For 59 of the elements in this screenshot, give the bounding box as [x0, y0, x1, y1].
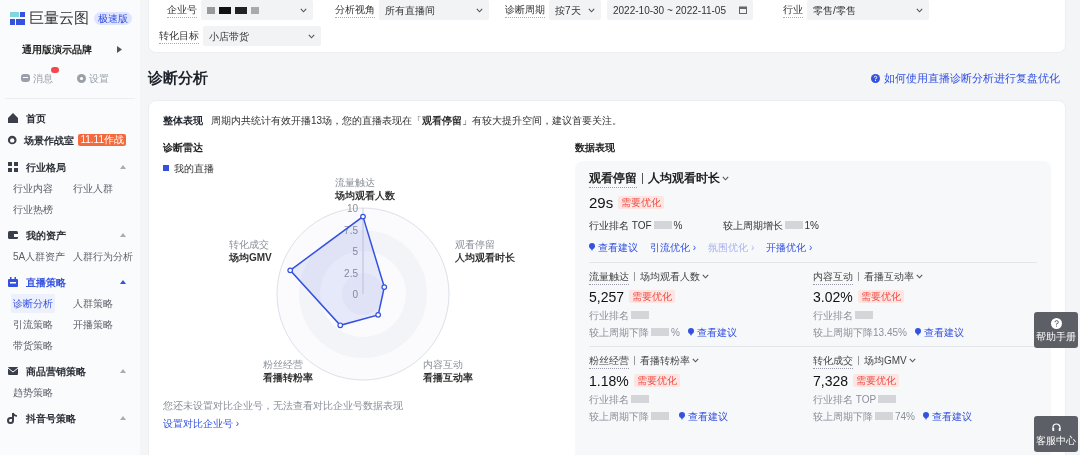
metric-value: 1.18%	[589, 371, 629, 390]
filter-label: 企业号	[167, 2, 197, 18]
status-badge: 需要优化	[618, 196, 665, 209]
axis-label: 流量触达	[335, 176, 375, 188]
axis-label: 观看停留	[455, 238, 495, 250]
metric-group: 转化成交	[813, 352, 853, 369]
rank-text: 行业排名 TOF	[589, 218, 652, 233]
metric-value: 3.02%	[813, 287, 853, 306]
metric-value: 29s	[589, 193, 614, 212]
edition-badge: 极速版	[94, 11, 132, 25]
metric-value: 5,257	[589, 287, 625, 306]
filter-label: 分析视角	[335, 2, 375, 18]
tick-label: 5	[352, 245, 358, 257]
change-text: 1%	[804, 218, 819, 233]
change-text: %	[671, 325, 680, 340]
compare-note: 您还未设置对比企业号，无法查看对比企业号数据表现	[163, 398, 403, 413]
rank-text: 行业排名 TOP	[813, 392, 877, 407]
change-text: 较上周期下降	[589, 409, 649, 424]
metric-value: 7,328	[813, 371, 849, 390]
tick-label: 7.5	[344, 224, 358, 235]
tick-label: 0	[352, 288, 358, 300]
metric-group: 流量触达	[589, 268, 629, 285]
metric-group: 观看停留	[589, 168, 637, 188]
rank-text: 行业排名	[589, 392, 629, 407]
axis-label: 看播互动率	[423, 371, 473, 383]
rank-text: %	[673, 218, 683, 233]
legend-label: 我的直播	[174, 161, 214, 176]
tick-label: 2.5	[344, 267, 358, 278]
axis-label: 看播转粉率	[263, 371, 313, 383]
rank-text: 行业排名	[813, 308, 853, 323]
metric-group: 粉丝经营	[589, 352, 629, 369]
event-tag: 11.11作战	[78, 134, 126, 146]
status-badge: 需要优化	[853, 374, 900, 387]
change-text: 较上周期下降	[813, 409, 873, 424]
change-text: 较上周期增长	[722, 218, 783, 233]
tick-label: 10	[346, 202, 358, 214]
axis-label: 场均观看人数	[335, 189, 395, 201]
brand-name: 巨量云图	[29, 7, 89, 28]
filter-label: 行业	[783, 2, 803, 18]
status-badge: 需要优化	[633, 374, 680, 387]
metric-group: 内容互动	[813, 268, 853, 285]
filter-label: 转化目标	[159, 28, 199, 44]
rank-text: 行业排名	[589, 308, 629, 323]
chart-title: 诊断雷达	[163, 140, 203, 155]
axis-label: 内容互动	[423, 358, 463, 370]
filter-label: 诊断周期	[505, 2, 545, 18]
axis-label: 场均GMV	[229, 251, 272, 263]
panel-title: 数据表现	[575, 140, 615, 155]
change-text: 较上周期下降13.45%	[813, 325, 907, 340]
axis-label: 转化成交	[229, 238, 269, 250]
change-text: 74%	[895, 409, 915, 424]
change-text: 较上周期下降	[589, 325, 649, 340]
status-badge: 需要优化	[857, 290, 904, 303]
axis-label: 粉丝经营	[263, 358, 303, 370]
section-title: 诊断分析	[148, 68, 208, 88]
status-badge: 需要优化	[629, 290, 676, 303]
axis-label: 人均观看时长	[455, 251, 515, 263]
summary-text: 周期内共统计有效开播13场，您的直播表现在「观看停留」有较大提升空间，建议首要关注。	[211, 113, 623, 128]
summary-label: 整体表现	[163, 113, 203, 128]
